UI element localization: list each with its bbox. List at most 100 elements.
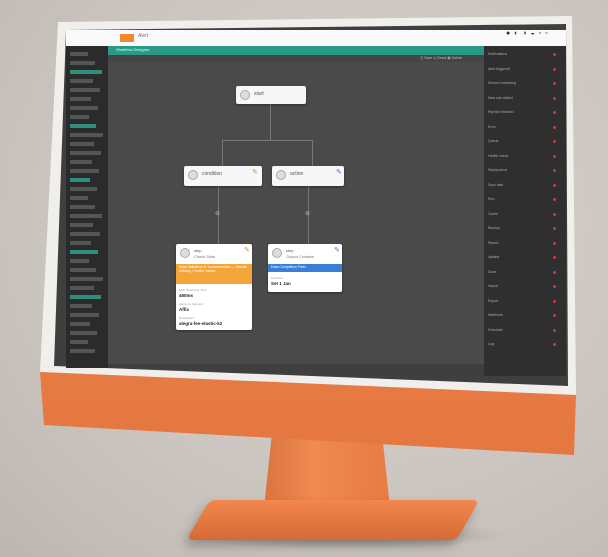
node-action[interactable]: action [272, 166, 344, 186]
sidebar-item[interactable] [70, 52, 88, 56]
step-card-right[interactable]: step Output Creation Data Completion Fie… [268, 244, 342, 292]
sidebar-item[interactable] [70, 277, 103, 281]
card-banner: Input Validation & Transformation — Hand… [176, 264, 252, 284]
add-step-icon[interactable]: ⊕ [215, 210, 220, 217]
sidebar-item[interactable] [70, 97, 91, 101]
notification-item[interactable]: Update [488, 255, 499, 259]
sidebar-item[interactable] [70, 187, 97, 191]
node-icon [188, 170, 198, 180]
status-dot-icon [553, 53, 556, 56]
step-icon [272, 248, 282, 258]
notification-item[interactable]: Scan [488, 270, 496, 274]
field-value: 460ms [179, 293, 194, 298]
notification-item[interactable]: New rule added [488, 96, 513, 100]
sidebar-item[interactable] [70, 142, 94, 146]
status-dot-icon [553, 125, 556, 129]
sidebar-item[interactable] [70, 340, 88, 344]
sidebar-item[interactable] [70, 241, 91, 245]
sidebar-item[interactable] [70, 295, 101, 299]
connector [222, 140, 312, 141]
notification-item[interactable]: Alert triggered [488, 67, 510, 71]
sidebar-item[interactable] [70, 205, 95, 209]
sidebar-item[interactable] [70, 70, 102, 74]
sidebar-item[interactable] [70, 313, 99, 317]
step-card-left[interactable]: step Check Data Input Validation & Trans… [176, 244, 252, 330]
add-step-icon[interactable]: ⊕ [305, 210, 310, 217]
workflow-canvas[interactable] [108, 62, 484, 364]
notification-item[interactable]: Health check [488, 154, 508, 158]
sidebar-item[interactable] [70, 268, 96, 272]
notification-item[interactable]: Deployment [488, 168, 507, 172]
status-dot-icon [553, 212, 556, 216]
field-value: Affix [179, 307, 189, 312]
card-head: step [194, 248, 202, 253]
notification-item[interactable]: Backup [488, 226, 500, 230]
status-dot-icon [553, 256, 556, 259]
sidebar-item[interactable] [70, 331, 97, 335]
notification-item[interactable]: Schedule [488, 328, 503, 332]
field-value: Set 1 Jan [271, 281, 291, 286]
sidebar-item[interactable] [70, 304, 92, 308]
card-head: step [286, 248, 294, 253]
notification-item[interactable]: Sync task [488, 183, 503, 187]
notification-item[interactable]: Report [488, 241, 499, 245]
status-dot-icon [553, 299, 556, 303]
toolbar-actions[interactable]: ◫ Save ◎ Reset ▣ Delete [420, 56, 462, 60]
node-condition[interactable]: condition [184, 166, 262, 186]
sidebar-item[interactable] [70, 232, 100, 236]
edit-pencil-icon[interactable]: ✎ [334, 246, 340, 254]
sidebar-item[interactable] [70, 61, 95, 65]
notification-item[interactable]: Webhook [488, 313, 503, 317]
status-dot-icon [553, 328, 556, 332]
sidebar-item[interactable] [70, 178, 90, 182]
edit-pencil-icon[interactable]: ✎ [252, 168, 258, 176]
sidebar-item[interactable] [70, 106, 98, 110]
sidebar-item[interactable] [70, 259, 89, 263]
sidebar-item[interactable] [70, 88, 100, 92]
notification-item[interactable]: Export [488, 299, 498, 303]
notification-item[interactable]: Log [488, 342, 494, 346]
sidebar-item[interactable] [70, 133, 103, 137]
status-dot-icon [553, 343, 556, 346]
step-icon [180, 248, 190, 258]
edit-pencil-icon[interactable]: ✎ [244, 246, 250, 254]
notification-item[interactable]: Queue [488, 139, 499, 143]
app-logo-icon [120, 34, 134, 42]
field-value: alegra-fee-elastic-k2 [179, 321, 223, 326]
sidebar-item[interactable] [70, 79, 93, 83]
edit-pencil-icon[interactable]: ✎ [336, 168, 342, 176]
notification-item[interactable]: Notifications [488, 52, 507, 56]
notification-item[interactable]: Import [488, 284, 498, 288]
sidebar-item[interactable] [70, 286, 94, 290]
sidebar-item[interactable] [70, 124, 96, 128]
header-bar [108, 46, 484, 55]
node-label: action [290, 171, 304, 177]
status-dot-icon [553, 314, 556, 317]
sidebar-item[interactable] [70, 160, 92, 164]
notification-item[interactable]: Error [488, 125, 496, 129]
sidebar-item[interactable] [70, 349, 95, 353]
notification-item[interactable]: Device monitoring [488, 81, 516, 85]
node-start[interactable]: start [236, 86, 306, 104]
field-label: ERP Response Time [179, 288, 207, 292]
sidebar-item[interactable] [70, 214, 102, 218]
connector [222, 140, 223, 166]
field-label: Last Run [271, 276, 284, 280]
status-dot-icon [553, 241, 556, 245]
sidebar-item[interactable] [70, 322, 90, 326]
status-dot-icon [553, 82, 556, 85]
browser-icons[interactable]: ● ◐ ◑ ◒ ▫ ▫ [506, 30, 549, 37]
sidebar-item[interactable] [70, 223, 93, 227]
sidebar-item[interactable] [70, 151, 101, 155]
connector [270, 104, 271, 140]
notification-item[interactable]: Pipeline finished [488, 110, 514, 114]
node-label: condition [202, 171, 223, 177]
sidebar-item[interactable] [70, 196, 88, 200]
card-sub: Output Creation [286, 254, 315, 259]
monitor: Alert ● ◐ ◑ ◒ ▫ ▫ Workflow Designer ◫ Sa… [0, 0, 608, 557]
sidebar-item[interactable] [70, 250, 98, 254]
notification-item[interactable]: Cache [488, 212, 498, 216]
notification-item[interactable]: Run [488, 197, 494, 201]
sidebar-item[interactable] [70, 169, 99, 173]
sidebar-item[interactable] [70, 115, 89, 119]
